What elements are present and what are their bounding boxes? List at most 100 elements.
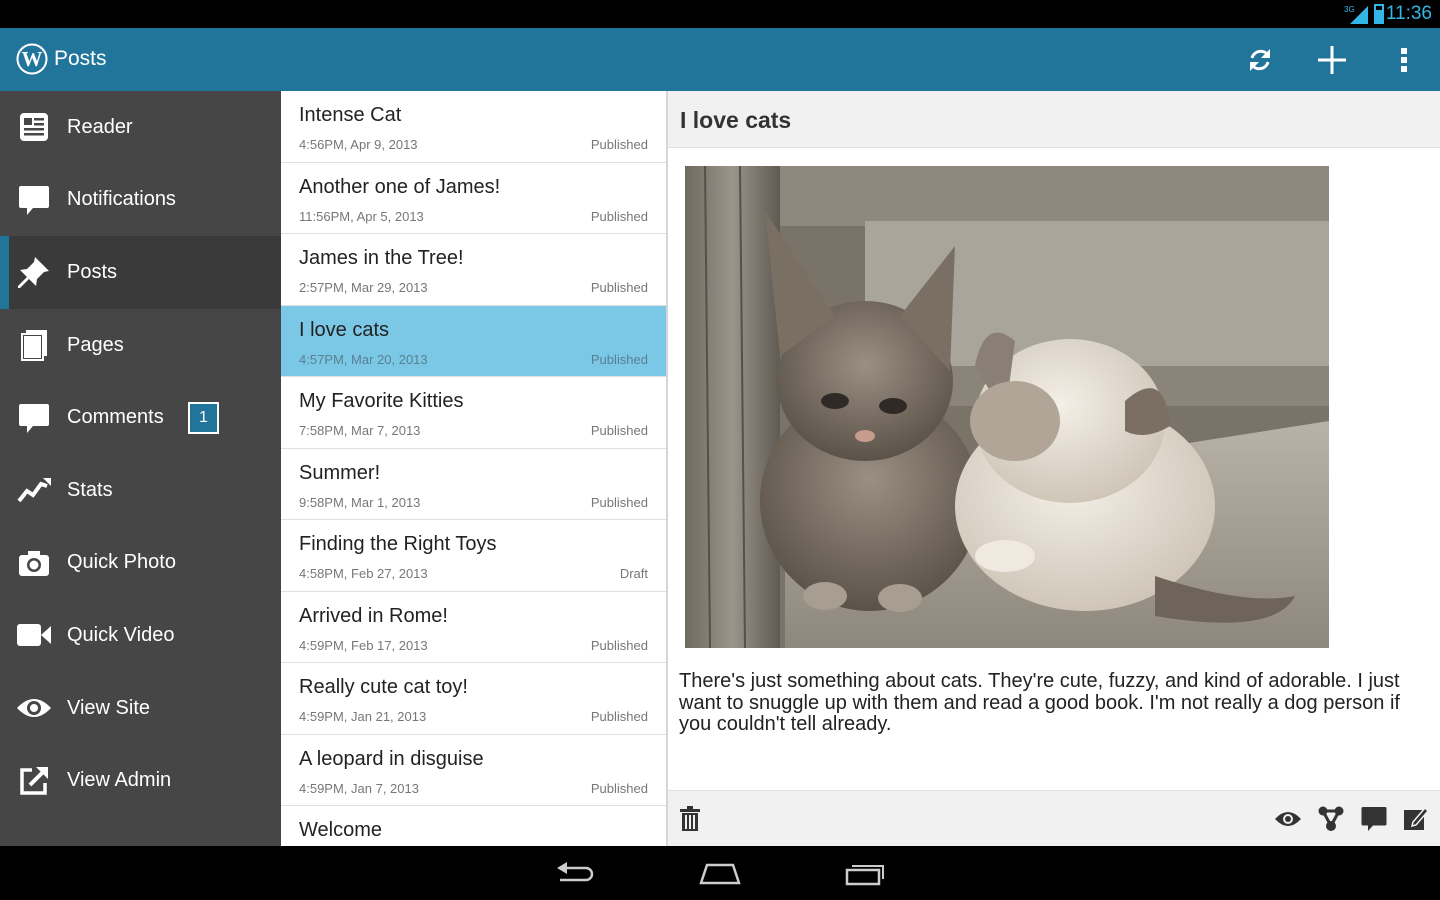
post-list-item[interactable]: Intense Cat 4:56PM, Apr 9, 2013 Publishe… [281, 91, 666, 163]
sidebar-item-label: Notifications [67, 188, 176, 211]
post-date: 2:57PM, Mar 29, 2013 [299, 280, 428, 295]
delete-post-button[interactable] [674, 803, 706, 835]
sidebar-item-stats[interactable]: Stats [0, 454, 281, 527]
sidebar-item-label: Pages [67, 333, 124, 356]
system-navigation-bar [0, 846, 1440, 900]
post-status: Published [590, 423, 648, 438]
sidebar-item-label: Comments [67, 406, 164, 429]
post-title: Really cute cat toy! [299, 676, 468, 698]
sidebar-item-view-site[interactable]: View Site [0, 672, 281, 745]
sidebar-item-quick-video[interactable]: Quick Video [0, 599, 281, 672]
page-title: Posts [54, 47, 107, 70]
post-detail-pane: I love cats There's just something about… [668, 91, 1440, 846]
home-icon [699, 863, 741, 885]
notifications-icon [16, 182, 52, 218]
post-body-text: There's just something about cats. They'… [679, 670, 1400, 735]
post-list-item[interactable]: Welcome [281, 806, 666, 846]
post-status: Published [590, 709, 648, 724]
add-icon [1318, 46, 1346, 74]
wordpress-logo-icon[interactable]: W [16, 43, 48, 75]
refresh-icon [1250, 49, 1270, 71]
post-detail-header: I love cats [668, 91, 1440, 148]
edit-post-button[interactable] [1400, 803, 1432, 835]
share-icon [1318, 806, 1344, 831]
overflow-menu-button[interactable] [1384, 40, 1424, 80]
overflow-menu-icon [1401, 48, 1407, 72]
comments-icon [16, 400, 52, 436]
sidebar-item-label: Quick Photo [67, 551, 176, 574]
back-button[interactable] [546, 858, 606, 890]
post-status: Published [590, 280, 648, 295]
signal-3g-icon: 3G [1344, 5, 1368, 24]
add-post-button[interactable] [1312, 40, 1352, 80]
stats-icon [16, 472, 52, 508]
sidebar-item-reader[interactable]: Reader [0, 91, 281, 164]
post-status: Published [590, 637, 648, 653]
post-status: Published [590, 351, 648, 367]
post-list-item[interactable]: My Favorite Kitties 7:58PM, Mar 7, 2013 … [281, 377, 666, 449]
post-title: Finding the Right Toys [299, 533, 497, 555]
external-link-icon [16, 763, 52, 799]
post-image-kittens [685, 166, 1329, 648]
svg-text:3G: 3G [1344, 5, 1355, 14]
post-list-item-selected[interactable]: I love cats 4:57PM, Mar 20, 2013 Publish… [281, 305, 666, 377]
recent-apps-icon [845, 865, 884, 886]
comment-post-button[interactable] [1358, 803, 1390, 835]
home-button[interactable] [690, 858, 750, 890]
preview-icon [1275, 812, 1301, 826]
sidebar-item-label: Posts [67, 260, 118, 283]
battery-icon [1374, 4, 1384, 24]
post-status: Draft [619, 566, 648, 581]
back-icon [557, 862, 594, 882]
sidebar-item-pages[interactable]: Pages [0, 309, 281, 382]
sidebar-item-comments[interactable]: Comments 1 [0, 381, 281, 454]
clock: 11:36 [1385, 3, 1432, 24]
reader-icon [16, 109, 52, 145]
post-title: My Favorite Kitties [299, 390, 464, 412]
share-post-button[interactable] [1315, 803, 1347, 835]
camera-icon [16, 545, 52, 581]
post-date: 4:59PM, Jan 7, 2013 [299, 780, 419, 796]
sidebar-item-quick-photo[interactable]: Quick Photo [0, 527, 281, 600]
post-date: 4:58PM, Feb 27, 2013 [299, 566, 428, 581]
post-list: Intense Cat 4:56PM, Apr 9, 2013 Publishe… [281, 91, 666, 846]
preview-post-button[interactable] [1272, 803, 1304, 835]
sidebar-item-label: View Site [67, 696, 151, 719]
post-list-item[interactable]: Really cute cat toy! 4:59PM, Jan 21, 201… [281, 663, 666, 735]
post-date: 7:58PM, Mar 7, 2013 [299, 423, 421, 438]
sidebar-item-notifications[interactable]: Notifications [0, 164, 281, 237]
comment-icon [1361, 807, 1387, 831]
comments-count-badge: 1 [188, 401, 219, 434]
post-title: A leopard in disguise [299, 747, 484, 770]
post-detail-title: I love cats [680, 107, 792, 133]
recent-apps-button[interactable] [835, 858, 895, 890]
sidebar-item-view-admin[interactable]: View Admin [0, 744, 281, 817]
post-date: 4:57PM, Mar 20, 2013 [299, 351, 428, 367]
post-status: Published [590, 780, 648, 796]
post-list-item[interactable]: A leopard in disguise 4:59PM, Jan 7, 201… [281, 735, 666, 806]
post-list-item[interactable]: Arrived in Rome! 4:59PM, Feb 17, 2013 Pu… [281, 592, 666, 663]
post-date: 11:56PM, Apr 5, 2013 [299, 208, 424, 224]
post-title: Another one of James! [299, 175, 501, 198]
post-title: Intense Cat [299, 104, 402, 126]
post-status: Published [590, 494, 648, 510]
post-list-item[interactable]: Summer! 9:58PM, Mar 1, 2013 Published [281, 449, 666, 520]
sidebar-item-label: View Admin [67, 769, 172, 792]
sidebar-item-label: Quick Video [67, 623, 175, 646]
video-icon [16, 617, 52, 653]
post-date: 9:58PM, Mar 1, 2013 [299, 494, 421, 510]
post-list-item[interactable]: Another one of James! 11:56PM, Apr 5, 20… [281, 163, 666, 234]
post-list-item[interactable]: James in the Tree! 2:57PM, Mar 29, 2013 … [281, 234, 666, 306]
post-list-item[interactable]: Finding the Right Toys 4:58PM, Feb 27, 2… [281, 520, 666, 592]
post-status: Published [590, 208, 648, 224]
post-action-bar [668, 790, 1440, 846]
pages-icon [16, 327, 52, 363]
refresh-button[interactable] [1240, 40, 1280, 80]
post-title: James in the Tree! [299, 247, 464, 269]
post-date: 4:56PM, Apr 9, 2013 [299, 137, 418, 152]
post-date: 4:59PM, Jan 21, 2013 [299, 709, 427, 724]
post-date: 4:59PM, Feb 17, 2013 [299, 637, 428, 653]
sidebar-item-label: Stats [67, 478, 113, 501]
sidebar-item-posts[interactable]: Posts [0, 236, 281, 309]
status-bar: 3G 11:36 [0, 0, 1440, 28]
